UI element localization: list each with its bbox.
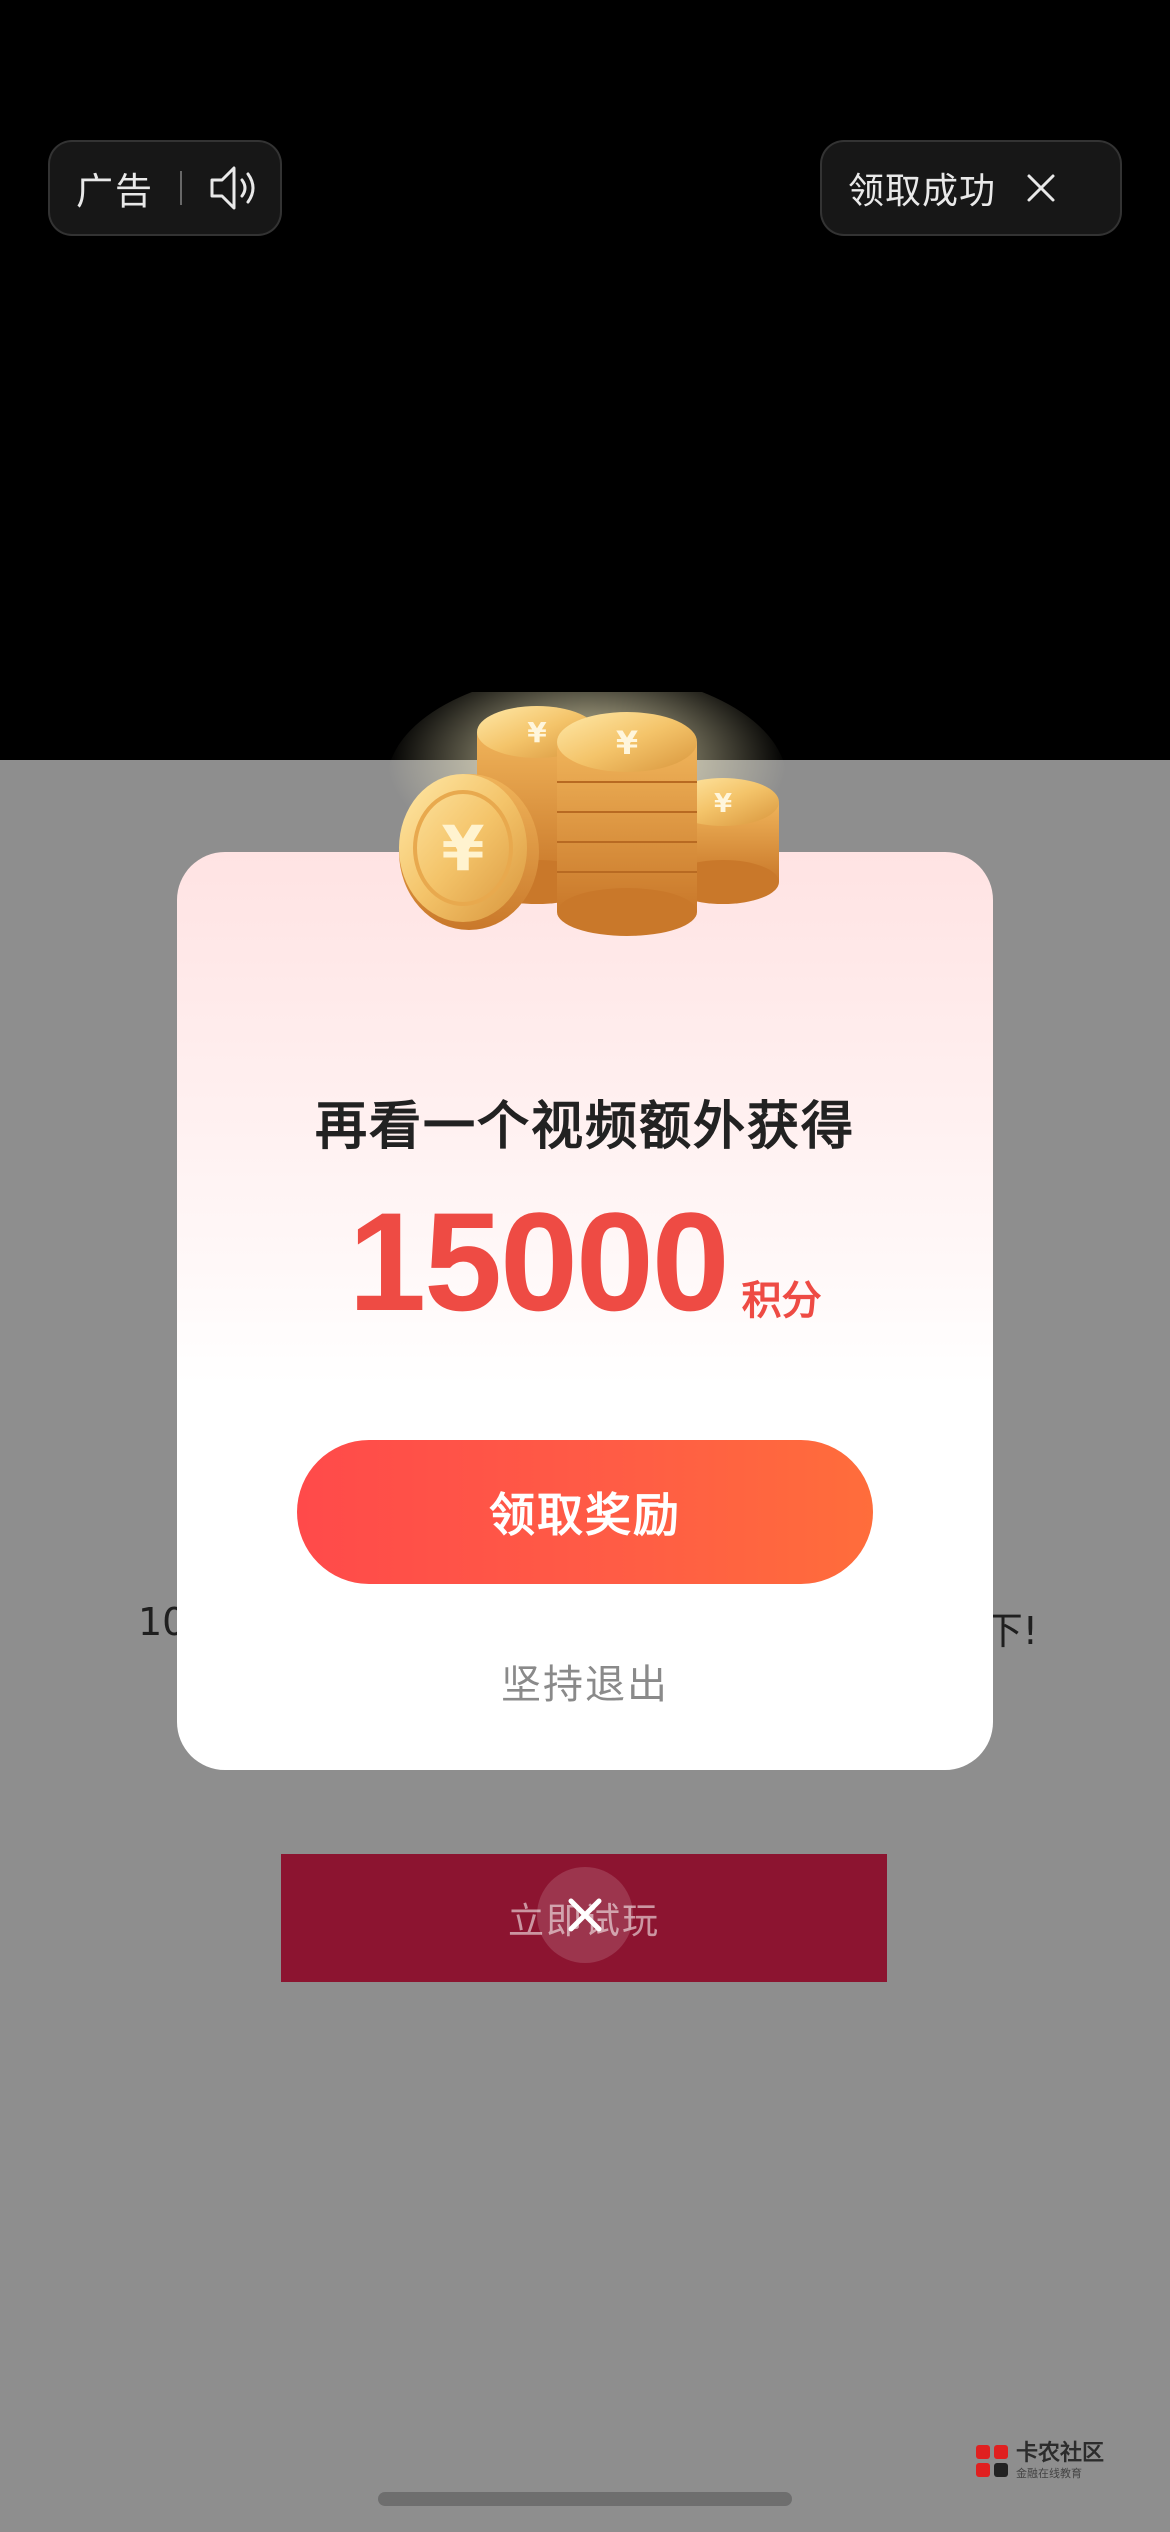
watermark: 卡农社区 金融在线教育	[974, 2438, 1124, 2484]
speaker-icon[interactable]	[206, 158, 266, 218]
reward-dialog: ¥ ¥ ¥ ¥ 再看一个视频额外获得 15000 积分 领取奖励 坚持退出	[177, 692, 993, 1770]
reward-amount-value: 15000	[348, 1183, 729, 1340]
reward-success-badge[interactable]: 领取成功	[820, 140, 1122, 236]
svg-text:¥: ¥	[714, 789, 732, 819]
success-label: 领取成功	[848, 171, 997, 212]
watermark-name: 卡农社区	[1016, 2441, 1105, 2466]
ad-badge: 广告	[48, 140, 282, 236]
watermark-sub: 金融在线教育	[1016, 2467, 1082, 2480]
close-icon	[568, 1898, 602, 1932]
home-indicator[interactable]	[378, 2492, 792, 2506]
svg-text:¥: ¥	[616, 724, 638, 762]
reward-amount: 15000 积分	[177, 1182, 993, 1332]
claim-reward-button[interactable]: 领取奖励	[297, 1440, 873, 1584]
dismiss-button[interactable]	[537, 1867, 633, 1963]
close-icon[interactable]	[1024, 171, 1058, 205]
quit-link[interactable]: 坚持退出	[177, 1652, 993, 1710]
video-area	[0, 0, 1170, 760]
kanong-logo-icon	[976, 2445, 1008, 2477]
claim-reward-label: 领取奖励	[489, 1488, 681, 1542]
ad-label: 广告	[76, 170, 154, 213]
dialog-title: 再看一个视频额外获得	[314, 1097, 855, 1157]
ad-separator	[180, 171, 182, 205]
reward-amount-unit: 积分	[741, 1278, 822, 1324]
gold-coins-icon: ¥ ¥ ¥ ¥	[387, 692, 787, 936]
svg-text:¥: ¥	[527, 716, 547, 749]
svg-text:¥: ¥	[441, 812, 484, 885]
